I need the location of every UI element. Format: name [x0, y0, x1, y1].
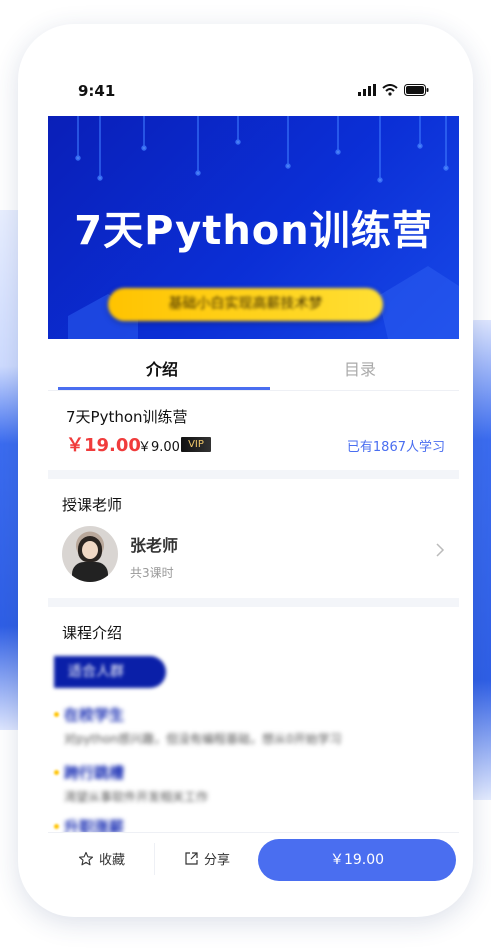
- buy-button[interactable]: ￥19.00: [258, 839, 456, 881]
- favorite-label: 收藏: [99, 853, 126, 868]
- learner-count: 已有1867人学习: [346, 440, 445, 455]
- audience-item-body: 渴望从事软件开发相关工作: [64, 790, 209, 804]
- wifi-icon: [382, 84, 398, 96]
- vip-price: ￥9.00: [138, 440, 180, 455]
- audience-badge: 适合人群: [54, 656, 166, 688]
- share-icon: [185, 852, 198, 865]
- share-button[interactable]: 分享: [184, 849, 230, 868]
- teacher-section-title: 授课老师: [62, 496, 123, 514]
- status-bar: 9:41: [18, 82, 473, 106]
- tab-bar: 介绍 目录: [48, 342, 459, 391]
- intro-section-title: 课程介绍: [62, 624, 123, 642]
- teacher-name: 张老师: [130, 536, 179, 555]
- star-icon: [78, 851, 94, 865]
- audience-item-body: 对python感兴趣，但没有编程基础，想从0开始学习: [64, 732, 342, 746]
- bottom-action-bar: 收藏 分享 ￥19.00: [48, 832, 459, 885]
- status-time: 9:41: [78, 82, 116, 100]
- audience-item-head: 跨行跳槽: [64, 764, 125, 782]
- signal-icon: [358, 84, 376, 96]
- tab-catalog[interactable]: 目录: [344, 356, 376, 380]
- teacher-avatar: [62, 526, 118, 582]
- bullet-icon: [54, 770, 59, 775]
- audience-item-head: 在校学生: [64, 706, 125, 724]
- status-icons: [358, 84, 429, 96]
- bar-separator: [154, 843, 155, 875]
- vip-badge: VIP: [181, 437, 211, 452]
- course-price: ￥19.00: [66, 435, 141, 456]
- favorite-button[interactable]: 收藏: [78, 849, 125, 868]
- course-banner: 7天Python训练营 基础小白实现高薪技术梦: [48, 116, 459, 339]
- section-divider: [48, 598, 459, 607]
- section-divider: [48, 470, 459, 479]
- bullet-icon: [54, 712, 59, 717]
- share-label: 分享: [204, 853, 231, 868]
- banner-title: 7天Python训练营: [74, 208, 433, 254]
- bullet-icon: [54, 824, 59, 829]
- phone-frame: 9:41 7天Python训练营 基础小白实现高薪技术梦 介绍 目录 7天Pyt…: [18, 24, 473, 917]
- banner-subtitle-pill: 基础小白实现高薪技术梦: [108, 288, 383, 321]
- teacher-lessons: 共3课时: [130, 566, 174, 580]
- tab-intro[interactable]: 介绍: [146, 356, 178, 380]
- course-name: 7天Python训练营: [66, 408, 188, 426]
- chevron-right-icon: [436, 543, 445, 557]
- course-info: 7天Python训练营 ￥19.00 ￥9.00 VIP 已有1867人学习: [48, 390, 459, 470]
- teacher-card[interactable]: 张老师 共3课时: [48, 524, 459, 604]
- battery-icon: [404, 84, 429, 96]
